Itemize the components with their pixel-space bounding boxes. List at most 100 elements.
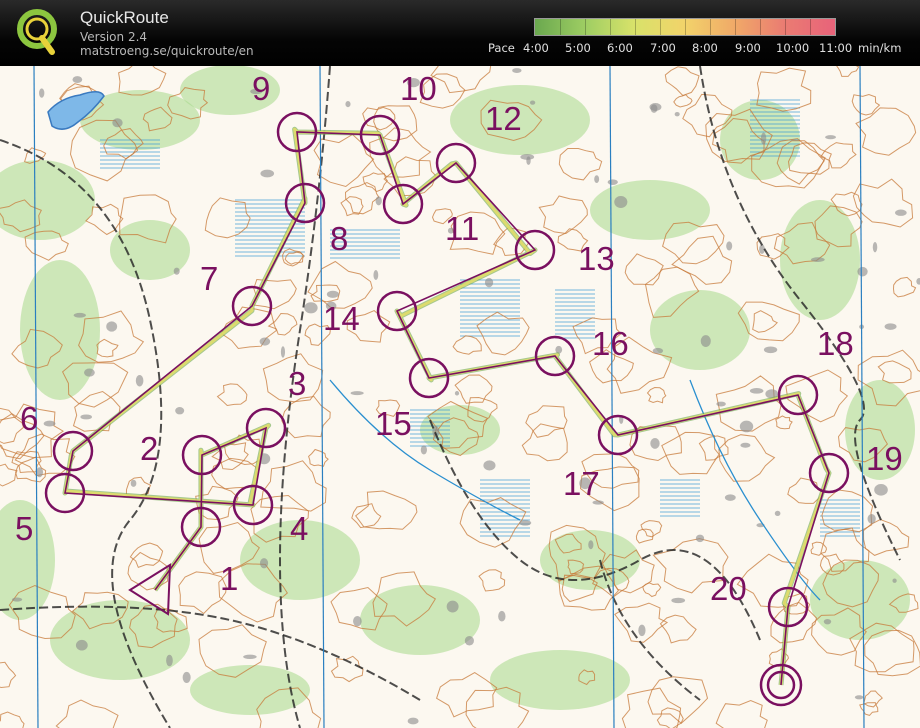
- header-bar: QuickRoute Version 2.4 matstroeng.se/qui…: [0, 0, 920, 66]
- rock-symbol: [73, 312, 86, 318]
- rock-symbol: [182, 671, 191, 684]
- vegetation-patch: [190, 665, 310, 715]
- rock-symbol: [130, 479, 137, 487]
- rock-symbol: [650, 438, 660, 449]
- control-number-label: 4: [290, 510, 308, 547]
- control-number-label: 13: [578, 240, 615, 277]
- pace-tick: 5:00: [565, 41, 591, 55]
- rock-symbol: [484, 277, 494, 288]
- vegetation-patch: [360, 585, 480, 655]
- rock-symbol: [106, 321, 118, 332]
- rock-symbol: [75, 639, 88, 651]
- control-number-label: 20: [710, 570, 747, 607]
- rock-symbol: [72, 76, 83, 83]
- rock-symbol: [874, 484, 888, 496]
- orienteering-map[interactable]: 1 2 3 4 5 6 7 8 9 10 11 12 13 14 15 16 17 18 19 20: [0, 66, 920, 728]
- pace-scale-cell: [635, 19, 636, 35]
- vegetation-patch: [490, 650, 630, 710]
- rock-symbol: [375, 196, 382, 206]
- rock-symbol: [260, 169, 275, 178]
- rock-symbol: [80, 414, 93, 420]
- rock-symbol: [810, 257, 825, 262]
- rock-symbol: [872, 241, 878, 253]
- control-number-label: 11: [445, 210, 479, 247]
- rock-symbol: [763, 346, 778, 354]
- rock-symbol: [498, 610, 506, 622]
- rock-symbol: [11, 597, 23, 602]
- control-number-label: 6: [20, 400, 38, 437]
- pace-unit: min/km: [858, 41, 902, 55]
- map-canvas[interactable]: 123456789 1011121314151617181920: [0, 66, 920, 728]
- pace-label: Pace: [488, 41, 515, 55]
- rock-symbol: [700, 335, 711, 347]
- rock-symbol: [749, 388, 764, 394]
- rock-symbol: [650, 104, 658, 113]
- rock-symbol: [464, 635, 474, 646]
- rock-symbol: [739, 420, 754, 433]
- pace-scale-cell: [585, 19, 586, 35]
- rock-symbol: [43, 420, 56, 427]
- rock-symbol: [671, 597, 686, 604]
- rock-symbol: [135, 374, 144, 387]
- rock-symbol: [823, 618, 832, 625]
- control-number-label: 18: [817, 325, 854, 362]
- rock-symbol: [512, 68, 522, 73]
- rock-symbol: [607, 179, 618, 186]
- rock-symbol: [892, 578, 897, 583]
- control-number-label: 3: [288, 365, 306, 402]
- rock-symbol: [857, 266, 868, 277]
- control-number-label: 5: [15, 510, 33, 547]
- pace-tick: 9:00: [735, 41, 761, 55]
- rock-symbol: [726, 241, 733, 251]
- pace-tick: 11:00: [819, 41, 853, 55]
- rock-symbol: [173, 267, 180, 275]
- rock-symbol: [175, 406, 185, 415]
- rock-symbol: [350, 391, 364, 396]
- quickroute-window: QuickRoute Version 2.4 matstroeng.se/qui…: [0, 0, 920, 728]
- control-number-label: 15: [375, 405, 412, 442]
- rock-symbol: [884, 323, 897, 330]
- pace-scale-cell: [710, 19, 711, 35]
- pace-scale-cell: [810, 19, 811, 35]
- control-number-label: 7: [200, 260, 218, 297]
- control-number-label: 12: [485, 100, 522, 137]
- app-url: matstroeng.se/quickroute/en: [80, 44, 254, 58]
- rock-symbol: [854, 695, 864, 700]
- rock-symbol: [36, 467, 44, 478]
- rock-symbol: [867, 513, 876, 524]
- control-number-label: 19: [866, 440, 903, 477]
- pace-tick: 4:00: [523, 41, 549, 55]
- rock-symbol: [594, 175, 600, 184]
- rock-symbol: [520, 154, 535, 160]
- rock-symbol: [716, 401, 726, 407]
- rock-symbol: [259, 558, 269, 569]
- rock-symbol: [353, 615, 362, 627]
- rock-symbol: [614, 196, 628, 208]
- rock-symbol: [529, 100, 536, 105]
- vegetation-patch: [590, 180, 710, 240]
- rock-symbol: [825, 135, 836, 140]
- rock-symbol: [420, 445, 427, 455]
- rock-symbol: [740, 442, 751, 448]
- control-number-label: 8: [330, 220, 348, 257]
- rock-symbol: [84, 368, 95, 377]
- rock-symbol: [519, 520, 532, 526]
- rock-symbol: [588, 540, 594, 550]
- rock-symbol: [112, 118, 123, 128]
- control-number-label: 9: [252, 70, 270, 107]
- app-version: Version 2.4: [80, 30, 148, 44]
- control-number-label: 2: [140, 430, 158, 467]
- control-number-label: 10: [400, 70, 437, 107]
- rock-symbol: [280, 346, 286, 358]
- rock-symbol: [483, 460, 496, 471]
- pace-scale-cell: [685, 19, 686, 35]
- vegetation-patch: [650, 290, 750, 370]
- rock-symbol: [166, 654, 173, 667]
- quickroute-logo-icon: [17, 9, 57, 55]
- rock-symbol: [895, 209, 907, 216]
- app-title: QuickRoute: [80, 8, 169, 27]
- rock-symbol: [760, 132, 767, 145]
- rock-symbol: [345, 100, 351, 108]
- rock-symbol: [454, 391, 460, 396]
- rock-symbol: [243, 654, 257, 659]
